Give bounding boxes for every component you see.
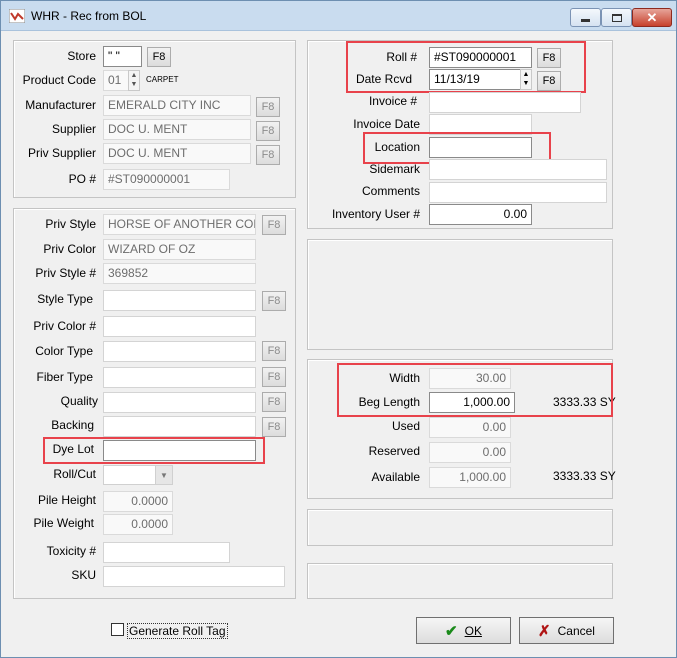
pile-weight-field[interactable]: 0.0000 (103, 514, 173, 535)
supplier-f8-button[interactable]: F8 (256, 121, 280, 141)
minimize-icon (581, 19, 590, 22)
po-field[interactable]: #ST090000001 (103, 169, 230, 190)
minimize-button[interactable] (570, 8, 601, 27)
invoice-label: Invoice # (368, 94, 417, 108)
color-type-label: Color Type (35, 344, 93, 358)
check-icon: ✔ (445, 622, 458, 640)
manufacturer-f8-button[interactable]: F8 (256, 97, 280, 117)
supplier-field[interactable]: DOC U. MENT (103, 119, 251, 140)
sidemark-label: Sidemark (369, 162, 420, 176)
generate-roll-tag-label[interactable]: Generate Roll Tag (127, 623, 228, 639)
manufacturer-field[interactable]: EMERALD CITY INC (103, 95, 251, 116)
backing-f8-button[interactable]: F8 (262, 417, 286, 437)
priv-style-num-field[interactable]: 369852 (103, 263, 256, 284)
comments-label: Comments (361, 184, 420, 198)
priv-color-field[interactable]: WIZARD OF OZ (103, 239, 256, 260)
pile-height-label: Pile Height (37, 493, 96, 507)
invoice-date-label: Invoice Date (353, 117, 420, 131)
window-title: WHR - Rec from BOL (31, 9, 147, 23)
extra-panel-2 (307, 563, 613, 599)
toxicity-label: Toxicity # (46, 544, 96, 558)
roll-cut-select[interactable]: ▼ (103, 465, 173, 485)
comments-field[interactable] (429, 182, 607, 203)
generate-roll-tag-checkbox[interactable] (111, 623, 124, 636)
supplier-label: Supplier (51, 122, 96, 136)
toxicity-field[interactable] (103, 542, 230, 563)
available-sy: 3333.33 SY (553, 469, 616, 483)
store-field[interactable]: " " (103, 46, 142, 67)
product-code-desc: CARPET (146, 75, 179, 84)
fiber-type-label: Fiber Type (36, 370, 93, 384)
style-type-f8-button[interactable]: F8 (262, 291, 286, 311)
invoice-field[interactable] (429, 92, 581, 113)
product-code-field[interactable]: 01 (103, 70, 129, 91)
priv-color-label: Priv Color (43, 242, 96, 256)
style-type-label: Style Type (37, 292, 93, 306)
ok-button[interactable]: ✔ OK (416, 617, 511, 644)
used-field[interactable]: 0.00 (429, 417, 511, 438)
store-label: Store (67, 49, 96, 63)
sidemark-field[interactable] (429, 159, 607, 180)
app-icon (9, 9, 25, 23)
stepper-down-icon: ▼ (130, 81, 138, 88)
maximize-button[interactable] (601, 8, 632, 27)
color-type-field[interactable] (103, 341, 256, 362)
product-code-stepper[interactable]: ▲ ▼ (128, 70, 140, 91)
product-code-label: Product Code (22, 73, 96, 87)
pile-height-field[interactable]: 0.0000 (103, 491, 173, 512)
backing-label: Backing (51, 418, 94, 432)
priv-color-num-field[interactable] (103, 316, 256, 337)
backing-field[interactable] (103, 416, 256, 437)
stepper-up-icon: ▲ (130, 72, 138, 79)
priv-style-label: Priv Style (45, 217, 96, 231)
dialog-window: WHR - Rec from BOL ✕ Store " " F8 Produc… (0, 0, 677, 658)
priv-style-f8-button[interactable]: F8 (262, 215, 286, 235)
dye-lot-highlight (43, 437, 265, 464)
manufacturer-label: Manufacturer (25, 98, 96, 112)
available-label: Available (371, 470, 420, 484)
notes-panel (307, 239, 613, 350)
quality-f8-button[interactable]: F8 (262, 392, 286, 412)
color-type-f8-button[interactable]: F8 (262, 341, 286, 361)
close-button[interactable]: ✕ (632, 8, 672, 27)
store-f8-button[interactable]: F8 (147, 47, 171, 67)
chevron-down-icon[interactable]: ▼ (155, 466, 172, 484)
fiber-type-f8-button[interactable]: F8 (262, 367, 286, 387)
available-field[interactable]: 1,000.00 (429, 467, 511, 488)
roll-cut-label: Roll/Cut (53, 467, 96, 481)
po-label: PO # (68, 172, 96, 186)
priv-color-num-label: Priv Color # (33, 319, 96, 333)
style-type-field[interactable] (103, 290, 256, 311)
roll-date-highlight (346, 41, 586, 93)
close-icon: ✕ (646, 9, 658, 25)
cancel-button[interactable]: ✗ Cancel (519, 617, 614, 644)
inventory-user-field[interactable]: 0.00 (429, 204, 532, 225)
reserved-field[interactable]: 0.00 (429, 442, 511, 463)
length-highlight (337, 363, 613, 417)
quality-field[interactable] (103, 392, 256, 413)
fiber-type-field[interactable] (103, 367, 256, 388)
priv-supplier-field[interactable]: DOC U. MENT (103, 143, 251, 164)
title-bar: WHR - Rec from BOL ✕ (1, 1, 676, 31)
priv-style-field[interactable]: HORSE OF ANOTHER COLOR (103, 214, 256, 235)
ok-label: OK (464, 623, 482, 638)
sku-field[interactable] (103, 566, 285, 587)
reserved-label: Reserved (368, 444, 420, 458)
sku-label: SKU (71, 568, 96, 582)
priv-style-num-label: Priv Style # (35, 266, 96, 280)
pile-weight-label: Pile Weight (33, 516, 94, 530)
priv-supplier-label: Priv Supplier (27, 146, 96, 160)
extra-panel-1 (307, 509, 613, 546)
quality-label: Quality (60, 394, 98, 408)
cancel-label: Cancel (557, 623, 595, 638)
maximize-icon (611, 13, 622, 22)
x-icon: ✗ (538, 622, 551, 640)
inventory-user-label: Inventory User # (331, 207, 420, 221)
used-label: Used (391, 419, 420, 433)
priv-supplier-f8-button[interactable]: F8 (256, 145, 280, 165)
